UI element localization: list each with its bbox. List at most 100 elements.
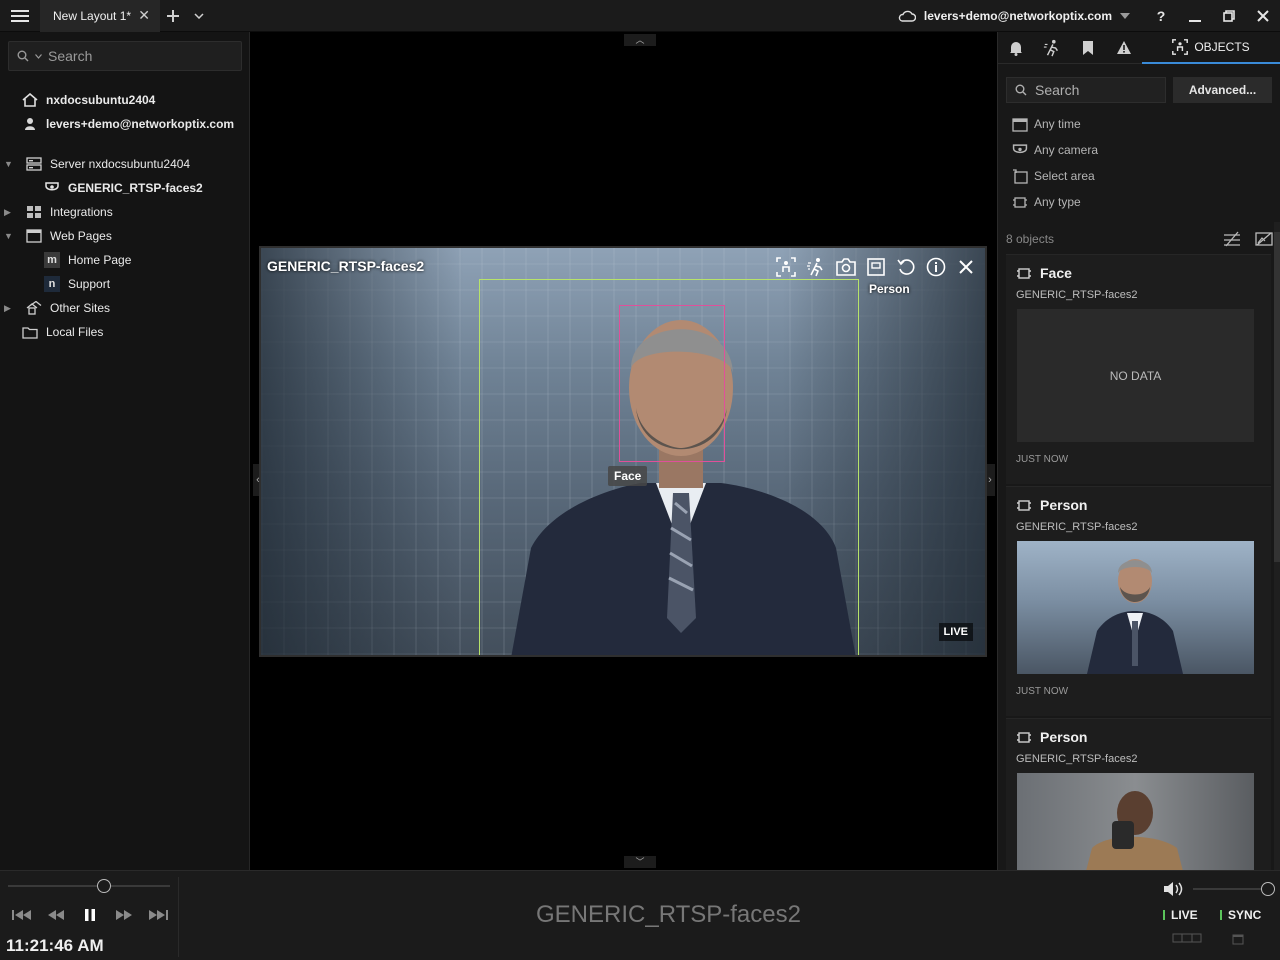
- motion-icon: [1043, 39, 1058, 56]
- tree-item-web-pages[interactable]: ▼ Web Pages: [4, 224, 112, 248]
- home-icon: [22, 92, 38, 108]
- motion-search-button[interactable]: [805, 256, 827, 278]
- search-icon: [1015, 84, 1027, 96]
- playback-controls: [8, 905, 172, 925]
- tab-notifications[interactable]: [998, 32, 1034, 64]
- count-row-actions: [1223, 231, 1273, 247]
- rewind-button[interactable]: [42, 905, 70, 925]
- minimize-button[interactable]: [1178, 0, 1212, 32]
- tile-type: Person: [1040, 497, 1088, 513]
- timeline-camera-name: GENERIC_RTSP-faces2: [536, 901, 801, 928]
- close-icon: [959, 260, 973, 274]
- filter-settings-icon[interactable]: [1223, 231, 1241, 247]
- collapse-bottom-button[interactable]: ﹀: [624, 856, 656, 868]
- objects-search-input[interactable]: Search: [1006, 77, 1166, 103]
- camera-icon: [1012, 143, 1028, 153]
- tab-list-button[interactable]: [186, 0, 212, 32]
- help-button[interactable]: ?: [1144, 0, 1178, 32]
- filter-time-label: Any time: [1034, 117, 1081, 131]
- expanded-arrow-icon[interactable]: ▼: [4, 159, 14, 169]
- tree-item-user[interactable]: levers+demo@networkoptix.com: [22, 112, 234, 136]
- advanced-button[interactable]: Advanced...: [1173, 77, 1272, 103]
- collapse-top-button[interactable]: ︿: [624, 34, 656, 46]
- live-button[interactable]: LIVE: [1163, 905, 1213, 925]
- folder-icon: [22, 324, 38, 340]
- live-indicator: [1163, 910, 1165, 920]
- tree-label-home-page: Home Page: [68, 253, 132, 267]
- skip-to-start-button[interactable]: [8, 905, 36, 925]
- sync-button[interactable]: SYNC: [1220, 905, 1275, 925]
- tree-item-support[interactable]: n Support: [44, 272, 110, 296]
- tree-item-server[interactable]: ▼ Server nxdocsubuntu2404: [4, 152, 190, 176]
- fast-forward-icon: [116, 910, 132, 920]
- fast-forward-button[interactable]: [110, 905, 138, 925]
- filter-type[interactable]: Any type: [1012, 193, 1081, 211]
- resource-tree-panel: Search nxdocsubuntu2404 levers+demo@netw…: [0, 32, 250, 870]
- rotate-icon: [897, 259, 915, 275]
- tab-objects-label: OBJECTS: [1194, 39, 1250, 54]
- object-type-icon: [1013, 196, 1027, 208]
- speaker-icon[interactable]: [1163, 881, 1185, 897]
- tab-bookmarks[interactable]: [1070, 32, 1106, 64]
- filter-camera[interactable]: Any camera: [1012, 141, 1098, 159]
- camera-item[interactable]: Person Face GENERIC_RTSP-faces2 LIVE: [259, 246, 987, 657]
- other-sites-icon: [26, 300, 42, 316]
- volume-control[interactable]: [1163, 879, 1275, 899]
- tree-item-integrations[interactable]: ▶ Integrations: [4, 200, 113, 224]
- face-bounding-box[interactable]: [619, 305, 725, 462]
- tab-objects[interactable]: OBJECTS: [1142, 32, 1280, 64]
- camera-item-title: GENERIC_RTSP-faces2: [267, 258, 425, 274]
- slider-knob[interactable]: [96, 879, 111, 893]
- tree-item-local-files[interactable]: Local Files: [22, 320, 103, 344]
- tile-type: Face: [1040, 265, 1072, 281]
- object-detection-button[interactable]: [775, 256, 797, 278]
- tree-item-system[interactable]: nxdocsubuntu2404: [22, 88, 155, 112]
- layout-tab[interactable]: New Layout 1* ✕: [40, 0, 160, 32]
- close-tab-icon[interactable]: ✕: [138, 7, 150, 24]
- close-window-button[interactable]: [1246, 0, 1280, 32]
- tree-item-home-page[interactable]: m Home Page: [44, 248, 131, 272]
- maximize-icon: [867, 258, 885, 276]
- controls-divider: [178, 877, 179, 957]
- rotate-button[interactable]: [895, 256, 917, 278]
- filter-area[interactable]: Select area: [1012, 167, 1095, 185]
- main-menu-button[interactable]: [0, 0, 40, 32]
- fullscreen-button[interactable]: [865, 256, 887, 278]
- server-icon: [26, 156, 42, 172]
- pause-button[interactable]: [76, 905, 104, 925]
- collapsed-arrow-icon[interactable]: ▶: [4, 303, 14, 314]
- screenshot-button[interactable]: [835, 256, 857, 278]
- volume-slider-knob[interactable]: [1261, 882, 1275, 896]
- expanded-arrow-icon[interactable]: ▼: [4, 231, 14, 241]
- object-tile[interactable]: Face GENERIC_RTSP-faces2 NO DATA JUST NO…: [1006, 254, 1271, 484]
- filter-time[interactable]: Any time: [1012, 115, 1081, 133]
- restore-icon: [1223, 9, 1235, 22]
- close-item-button[interactable]: [955, 256, 977, 278]
- collapsed-arrow-icon[interactable]: ▶: [4, 207, 14, 218]
- tiles-scrollbar-thumb[interactable]: [1274, 232, 1280, 562]
- motion-icon: [807, 258, 823, 277]
- object-tile[interactable]: Person GENERIC_RTSP-faces2: [1006, 718, 1271, 870]
- chevron-down-icon: [194, 12, 204, 19]
- tree-item-camera[interactable]: GENERIC_RTSP-faces2: [44, 176, 203, 200]
- account-menu[interactable]: levers+demo@networkoptix.com: [884, 9, 1144, 23]
- bookmark-icon: [1083, 40, 1093, 55]
- skip-end-icon: [149, 910, 168, 920]
- tree-item-other-sites[interactable]: ▶ Other Sites: [4, 296, 110, 320]
- skip-to-end-button[interactable]: [144, 905, 172, 925]
- hide-previews-icon[interactable]: [1255, 231, 1273, 247]
- resource-search-input[interactable]: Search: [8, 41, 242, 71]
- calendar-icon[interactable]: [1232, 933, 1244, 945]
- current-time: 11:21:46 AM: [6, 936, 104, 955]
- tab-events[interactable]: [1106, 32, 1142, 64]
- restore-button[interactable]: [1212, 0, 1246, 32]
- filter-area-label: Select area: [1034, 169, 1095, 183]
- object-tile[interactable]: Person GENERIC_RTSP-faces2 JUST NOW: [1006, 486, 1271, 716]
- info-button[interactable]: [925, 256, 947, 278]
- thumbnails-icon[interactable]: [1172, 933, 1202, 943]
- tree-label-local-files: Local Files: [46, 325, 104, 339]
- new-tab-button[interactable]: [160, 0, 186, 32]
- tab-motion[interactable]: [1034, 32, 1070, 64]
- playback-speed-slider[interactable]: [8, 879, 170, 893]
- volume-slider-track[interactable]: [1193, 888, 1261, 890]
